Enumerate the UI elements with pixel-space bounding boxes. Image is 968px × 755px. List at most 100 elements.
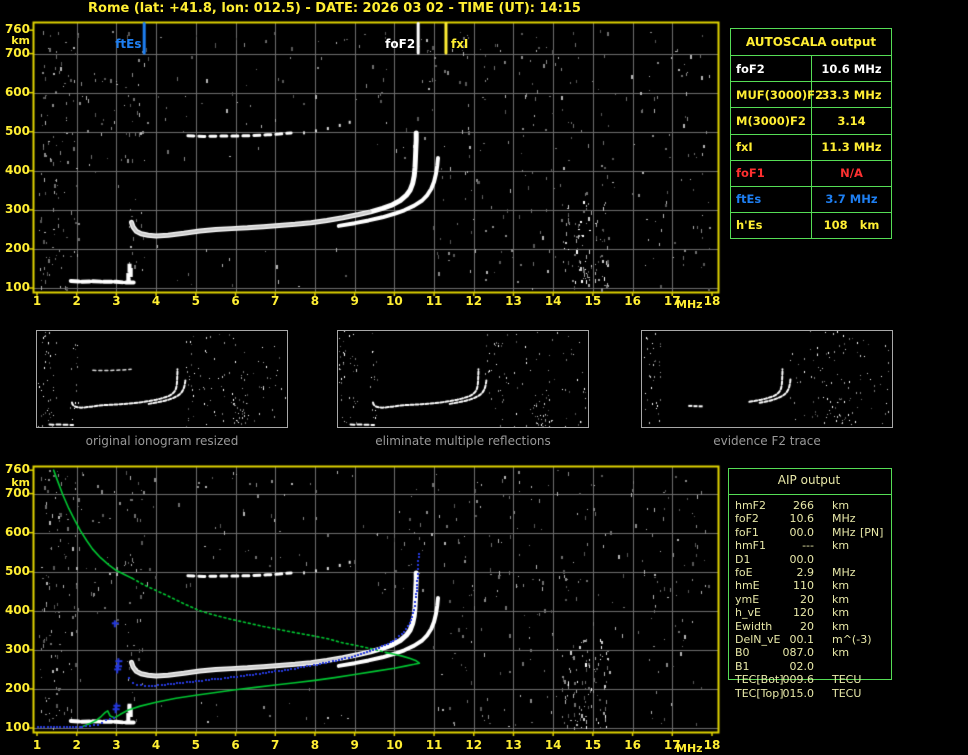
x-tick-label: 2 — [72, 738, 81, 752]
x-tick-label: 13 — [505, 294, 522, 308]
x-tick-label: 14 — [544, 738, 562, 752]
bottom-x-unit-label: MHz — [676, 742, 703, 755]
aip-value: 2.9 — [796, 566, 815, 579]
bottom-profile-plot — [28, 462, 724, 737]
x-tick-label: 8 — [310, 294, 320, 308]
foF2-marker-label: foF2 — [385, 37, 416, 51]
x-tick-label: 18 — [703, 294, 721, 308]
y-tick-label: 200 — [4, 680, 30, 695]
aip-label: D1 — [735, 552, 751, 566]
x-tick-label: 1 — [32, 738, 42, 752]
aip-value: 266 — [793, 499, 814, 512]
ftEs-marker-label: ftEs — [115, 37, 142, 51]
aip-table-header: AIP output — [777, 473, 841, 487]
autoscala-row-label: foF1 — [731, 159, 812, 186]
x-tick-label: 11 — [425, 738, 443, 752]
aip-header-divider — [728, 494, 891, 495]
aip-label: foE — [735, 566, 753, 579]
thumbnail-eliminate-reflections — [337, 330, 589, 428]
aip-label: hmE — [735, 579, 760, 593]
x-tick-label: 4 — [151, 294, 161, 308]
top-y-unit-label: km — [11, 34, 30, 47]
x-tick-label: 9 — [350, 738, 359, 752]
thumbnail-caption: evidence F2 trace — [713, 434, 821, 448]
aip-label: h_vE — [735, 606, 761, 620]
thumbnail-evidence-f2-trace — [641, 330, 893, 428]
y-tick-label: 300 — [4, 201, 30, 216]
page-title: Rome (lat: +41.8, lon: 012.5) - DATE: 20… — [88, 1, 581, 16]
x-tick-label: 16 — [624, 738, 641, 752]
autoscala-row-label: MUF(3000)F2 — [731, 81, 823, 108]
aip-label: ymE — [735, 592, 760, 606]
y-tick-label: 100 — [4, 720, 30, 734]
aip-value: 00.1 — [789, 633, 815, 646]
aip-value: 110 — [793, 579, 814, 593]
y-tick-label: 700 — [4, 45, 30, 60]
y-tick-label: 400 — [4, 162, 30, 177]
aip-value: 00.0 — [789, 525, 815, 539]
x-tick-label: 13 — [505, 738, 522, 752]
fxI-marker-label: fxI — [450, 37, 469, 51]
aip-value: 20 — [800, 592, 814, 606]
x-tick-label: 10 — [385, 294, 403, 308]
top-x-unit-label: MHz — [676, 298, 703, 311]
autoscala-row-value: 108 km — [812, 211, 891, 238]
autoscala-row-value: 3.7 MHz — [812, 185, 891, 212]
aip-unit: MHz — [832, 525, 856, 539]
aip-value: 120 — [793, 606, 814, 620]
x-tick-label: 5 — [191, 294, 200, 308]
y-tick-label: 760 — [4, 462, 30, 477]
autoscala-table-header: AUTOSCALA output — [745, 35, 877, 50]
ionogram-app-window: Rome (lat: +41.8, lon: 012.5) - DATE: 20… — [0, 0, 968, 755]
aip-unit: TECU — [832, 686, 862, 700]
aip-value: 10.6 — [789, 512, 815, 526]
aip-unit: km — [832, 606, 850, 620]
thumbnail-caption: original ionogram resized — [85, 434, 239, 448]
x-tick-label: 3 — [112, 294, 121, 308]
autoscala-row-label: ftEs — [731, 185, 812, 212]
y-tick-label: 600 — [4, 84, 30, 99]
x-tick-label: 8 — [310, 738, 320, 752]
autoscala-row-value: 11.3 MHz — [812, 133, 891, 160]
x-tick-label: 15 — [584, 738, 602, 752]
aip-unit: MHz — [832, 566, 856, 579]
x-tick-label: 4 — [151, 738, 161, 752]
aip-unit: km — [832, 619, 850, 633]
x-tick-label: 18 — [703, 738, 721, 752]
y-tick-label: 600 — [4, 524, 30, 539]
top-ionogram-plot — [28, 18, 724, 297]
aip-unit: m^(-3) — [832, 633, 872, 646]
autoscala-row-value: 33.3 MHz — [812, 81, 891, 107]
x-tick-label: 9 — [350, 294, 359, 308]
x-tick-label: 11 — [425, 294, 443, 308]
aip-unit: km — [832, 579, 850, 593]
aip-value: 20 — [800, 619, 814, 633]
aip-unit: km — [832, 592, 850, 606]
y-tick-label: 200 — [4, 240, 30, 255]
aip-label: foF2 — [735, 512, 759, 526]
aip-unit: km — [832, 646, 850, 660]
x-tick-label: 5 — [191, 738, 200, 752]
aip-value: 009.6 — [782, 673, 815, 687]
x-tick-label: 14 — [544, 294, 562, 308]
x-tick-label: 7 — [271, 294, 280, 308]
aip-unit: MHz — [832, 512, 856, 526]
autoscala-row-value: 3.14 — [812, 107, 891, 133]
aip-unit: km — [832, 499, 850, 512]
y-tick-label: 500 — [4, 123, 30, 138]
aip-value: 00.0 — [789, 552, 815, 566]
aip-unit: TECU — [832, 673, 862, 687]
aip-value: 015.0 — [782, 686, 815, 700]
x-tick-label: 15 — [584, 294, 602, 308]
x-tick-label: 12 — [465, 738, 483, 752]
x-tick-label: 12 — [465, 294, 483, 308]
autoscala-row-label: h'Es — [731, 211, 812, 238]
autoscala-output-table: AUTOSCALA output foF2 10.6 MHz MUF(3000)F2… — [730, 28, 892, 239]
x-tick-label: 3 — [112, 738, 121, 752]
y-tick-label: 100 — [4, 280, 30, 294]
x-tick-label: 1 — [32, 294, 42, 308]
aip-value: --- — [802, 539, 814, 553]
x-tick-label: 7 — [271, 738, 280, 752]
aip-value: 02.0 — [789, 659, 815, 673]
x-tick-label: 16 — [624, 294, 641, 308]
